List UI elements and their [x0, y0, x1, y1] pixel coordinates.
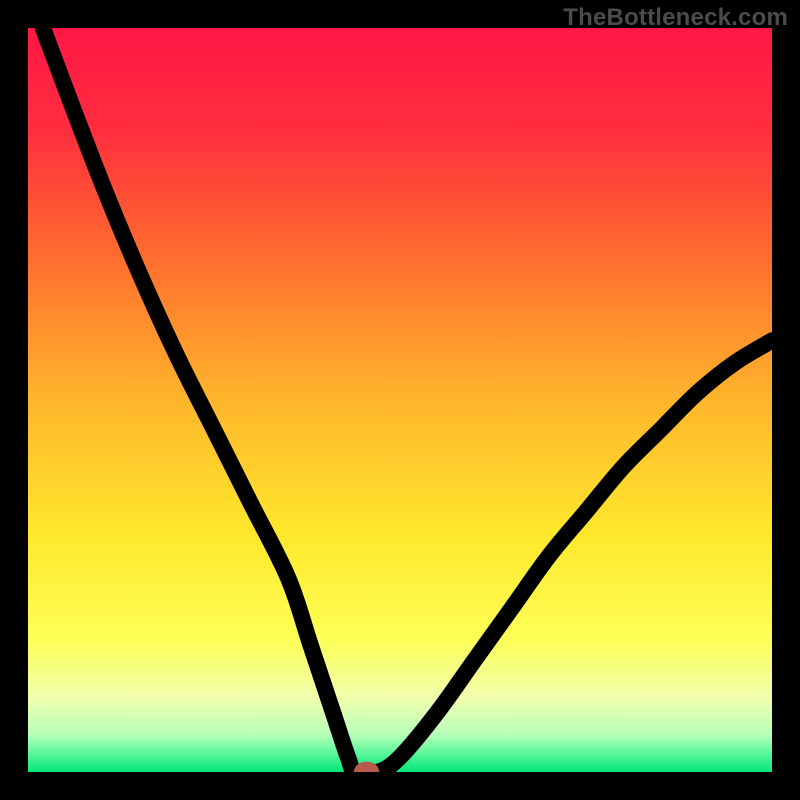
optimal-point-marker	[358, 765, 376, 772]
chart-svg	[28, 28, 772, 772]
plot-area	[28, 28, 772, 772]
gradient-background	[28, 28, 772, 772]
chart-frame: TheBottleneck.com	[0, 0, 800, 800]
